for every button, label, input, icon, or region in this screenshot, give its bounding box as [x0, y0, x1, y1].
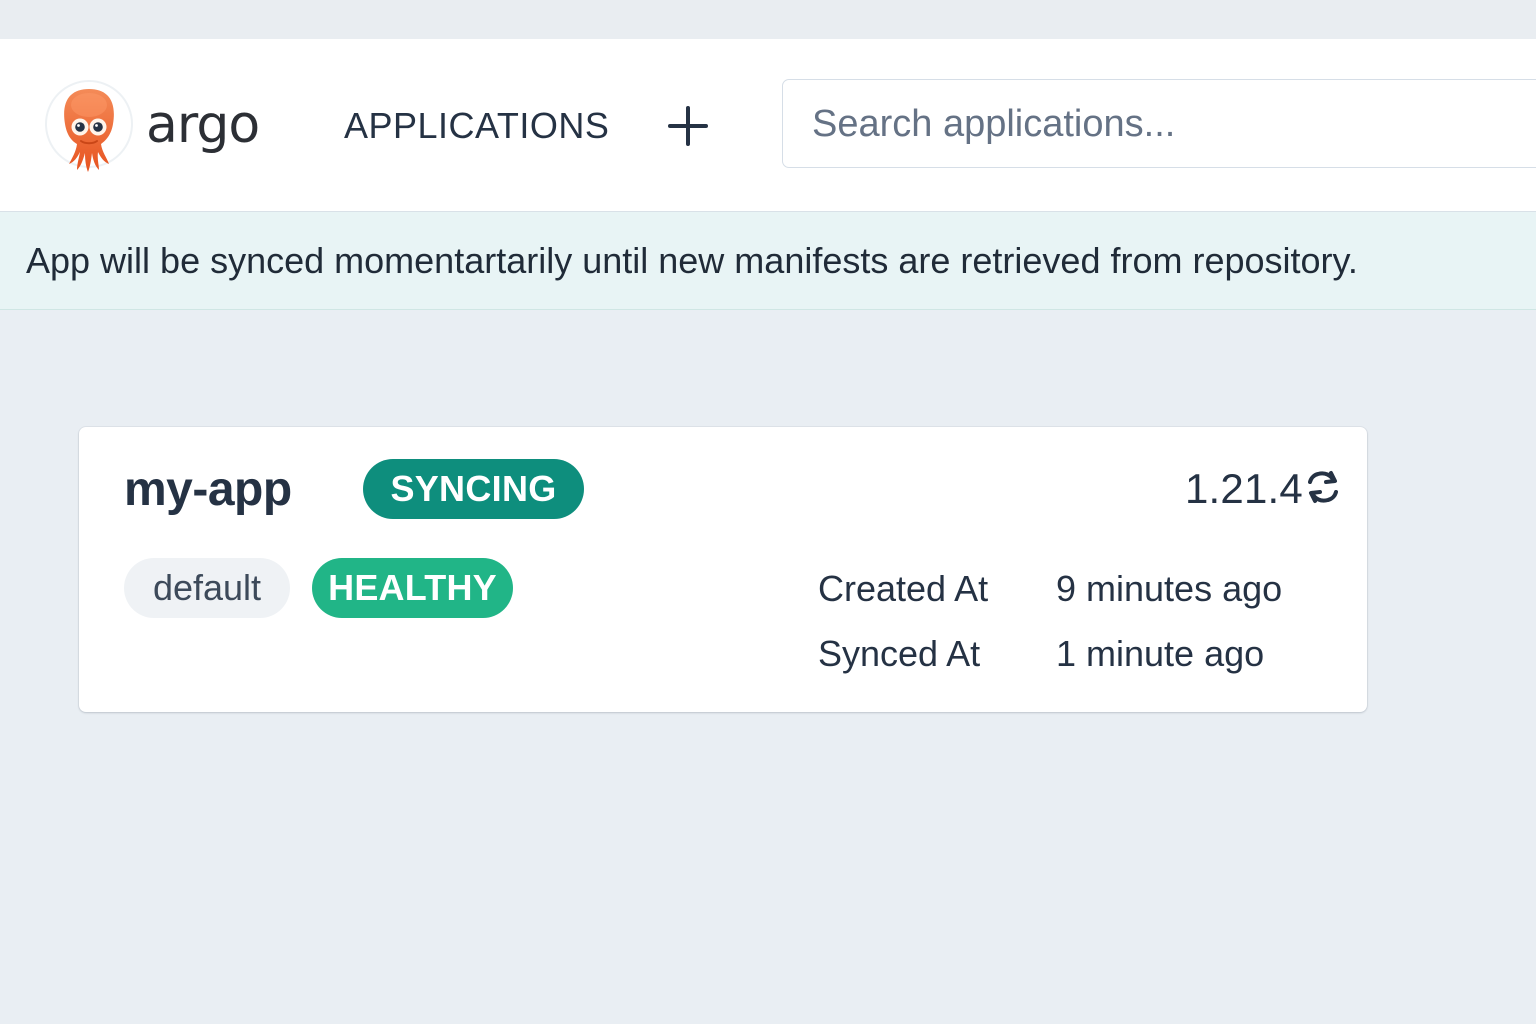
sync-notice-banner: App will be synced momentartarily until …	[0, 212, 1536, 310]
sync-status-badge: SYNCING	[363, 459, 584, 519]
application-card[interactable]: my-app SYNCING 1.21.4 default HEALTHY Cr…	[79, 427, 1367, 712]
sync-notice-text: App will be synced momentartarily until …	[26, 240, 1358, 281]
plus-icon	[668, 106, 708, 146]
application-name[interactable]: my-app	[124, 464, 292, 516]
created-at-label: Created At	[818, 568, 989, 609]
octopus-icon	[64, 89, 114, 172]
search-box[interactable]	[782, 79, 1536, 168]
applications-nav-link[interactable]: APPLICATIONS	[344, 106, 609, 146]
application-version: 1.21.4	[1185, 465, 1303, 512]
refresh-icon	[1308, 471, 1338, 503]
synced-at-value: 1 minute ago	[1056, 633, 1265, 674]
synced-at-label: Synced At	[818, 633, 981, 674]
argo-wordmark: argo	[146, 95, 260, 155]
created-at-value: 9 minutes ago	[1056, 568, 1283, 609]
new-application-button[interactable]	[664, 103, 712, 149]
argo-logo[interactable]	[45, 80, 133, 174]
refresh-icon[interactable]	[1305, 467, 1341, 507]
project-tag: default	[124, 558, 290, 618]
top-navigation-bar: argo APPLICATIONS	[0, 39, 1536, 212]
top-strip	[0, 0, 1536, 39]
health-status-badge: HEALTHY	[312, 558, 513, 618]
search-applications-input[interactable]	[812, 100, 1532, 148]
